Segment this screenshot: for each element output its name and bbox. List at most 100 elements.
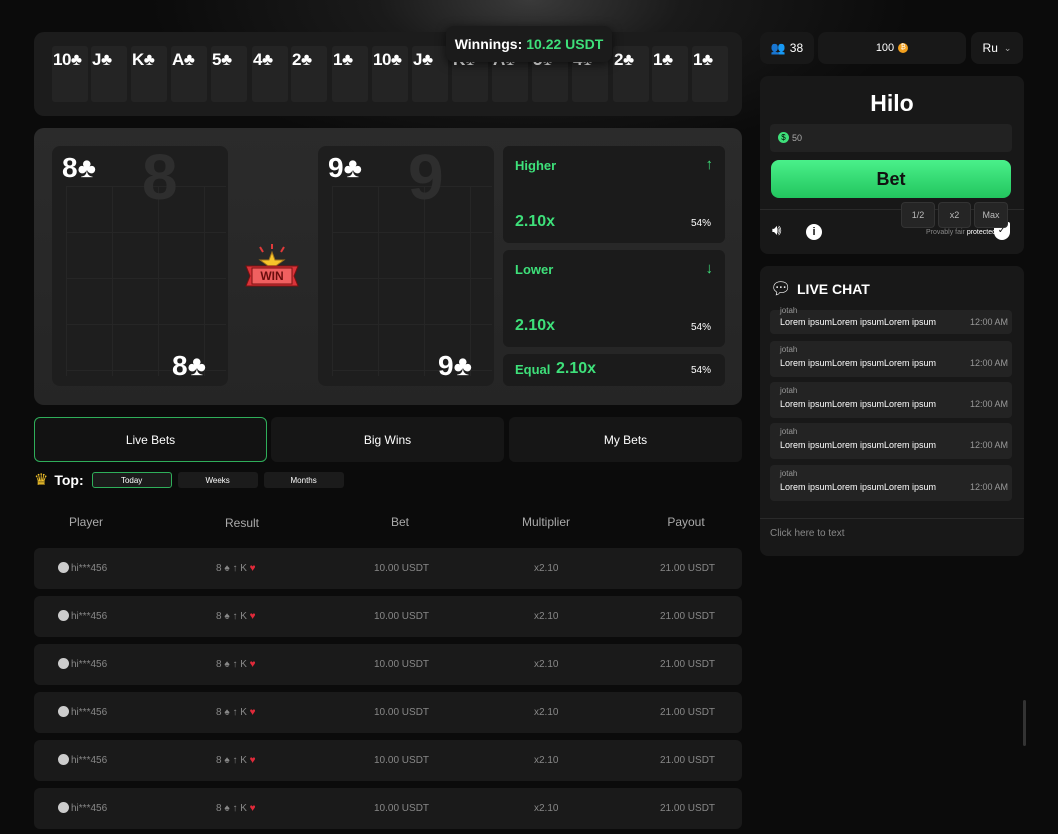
top-filter: ♛ Top: Today Weeks Months <box>34 470 344 490</box>
result-card: 8 ♠ ↑ K ♥ <box>216 611 256 622</box>
next-card-bottom-label: 9♣ <box>438 350 472 381</box>
bet-amount-value: 50 <box>792 133 803 143</box>
chat-time: 12:00 AM <box>969 482 1008 492</box>
payout: 21.00 USDT <box>660 707 716 718</box>
header-bet: Bet <box>390 515 409 529</box>
avatar <box>58 562 69 573</box>
period-months[interactable]: Months <box>263 472 344 488</box>
multiplier: x2.10 <box>534 803 559 814</box>
chat-username: jotah <box>780 345 798 354</box>
higher-option[interactable]: Higher ↑ 2.10x 54% <box>503 146 725 243</box>
double-bet-button[interactable]: x2 <box>938 202 971 228</box>
result-from: 8 <box>216 803 222 814</box>
scrollbar[interactable] <box>1023 700 1026 746</box>
payout: 21.00 USDT <box>660 659 716 670</box>
history-card: 1♣ <box>692 46 728 102</box>
avatar <box>58 802 69 813</box>
player-name: hi***456 <box>71 755 108 766</box>
info-icon[interactable]: i <box>806 224 822 240</box>
spade-icon: ♠ <box>224 803 230 814</box>
arrow-up-icon: ↑ <box>232 611 238 622</box>
tab-live-bets[interactable]: Live Bets <box>34 417 267 462</box>
header-result: Result <box>224 516 259 530</box>
chat-text: Lorem ipsumLorem ipsumLorem ipsum <box>780 317 937 327</box>
coin-icon: $ <box>778 132 789 143</box>
history-card-label: 10♣ <box>373 50 402 69</box>
speaker-icon[interactable]: 🔊︎ <box>772 222 781 239</box>
bet-amount: 10.00 USDT <box>374 755 430 766</box>
result-from: 8 <box>216 611 222 622</box>
fair-status: protected <box>966 229 996 236</box>
chat-username: jotah <box>780 469 798 478</box>
chat-message: jotah Lorem ipsumLorem ipsumLorem ipsum … <box>770 382 1012 418</box>
language-select[interactable]: Ru ⌄ <box>971 32 1023 64</box>
bet-amount-field[interactable]: $ 50 <box>770 124 1012 152</box>
header-multiplier: Multiplier <box>521 515 570 529</box>
history-card-label: 1♣ <box>333 50 353 69</box>
chevron-down-icon: ⌄ <box>1003 42 1012 53</box>
result-to: K <box>240 707 247 718</box>
result-card: 8 ♠ ↑ K ♥ <box>216 755 256 766</box>
history-card-label: 5♣ <box>212 50 232 69</box>
period-today[interactable]: Today <box>91 472 172 488</box>
chat-title: LIVE CHAT <box>797 281 870 297</box>
result-card: 8 ♠ ↑ K ♥ <box>216 707 256 718</box>
tab-my-bets[interactable]: My Bets <box>509 417 742 462</box>
history-card: 10♣ <box>372 46 408 102</box>
player-name: hi***456 <box>71 563 108 574</box>
result-from: 8 <box>216 707 222 718</box>
lower-probability: 54% <box>690 322 711 333</box>
player-name: hi***456 <box>71 659 108 670</box>
result-from: 8 <box>216 755 222 766</box>
equal-probability: 54% <box>690 365 711 376</box>
history-card: 4♣ <box>252 46 288 102</box>
arrow-up-icon: ↑ <box>232 659 238 670</box>
history-card-label: A♣ <box>172 50 195 69</box>
online-users: 👥 38 <box>760 32 814 64</box>
chat-text: Lorem ipsumLorem ipsumLorem ipsum <box>780 482 937 492</box>
heart-icon: ♥ <box>249 755 256 766</box>
history-card: 2♣ <box>613 46 649 102</box>
bet-button[interactable]: Bet <box>771 160 1011 198</box>
chat-time: 12:00 AM <box>969 399 1008 409</box>
lower-option[interactable]: Lower ↓ 2.10x 54% <box>503 250 725 347</box>
result-from: 8 <box>216 659 222 670</box>
chat-time: 12:00 AM <box>969 440 1008 450</box>
result-card: 8 ♠ ↑ K ♥ <box>216 659 256 670</box>
game-title: Hilo <box>870 90 914 116</box>
history-card-label: K♣ <box>132 50 155 69</box>
table-row: hi***456 8 ♠ ↑ K ♥ 10.00 USDT x2.10 21.0… <box>34 788 742 829</box>
equal-option[interactable]: Equal 2.10x 54% <box>503 354 725 386</box>
history-card-label: 2♣ <box>614 50 634 69</box>
spade-icon: ♠ <box>224 611 230 622</box>
player-name: hi***456 <box>71 611 108 622</box>
history-card-label: 10♣ <box>53 50 82 69</box>
chat-username: jotah <box>780 386 798 395</box>
header-payout: Payout <box>667 515 705 529</box>
provably-fair-text: Provably fair protected <box>926 229 996 236</box>
chat-input[interactable]: Click here to text <box>770 528 844 539</box>
player-name: hi***456 <box>71 707 108 718</box>
table-row: hi***456 8 ♠ ↑ K ♥ 10.00 USDT x2.10 21.0… <box>34 692 742 733</box>
current-card-top-label: 8♣ <box>62 152 96 183</box>
half-bet-button[interactable]: 1/2 <box>901 202 935 228</box>
next-card: 9 9♣ 9♣ <box>318 146 494 386</box>
next-card-top-label: 9♣ <box>328 152 362 183</box>
history-card: J♣ <box>91 46 127 102</box>
chat-text: Lorem ipsumLorem ipsumLorem ipsum <box>780 399 937 409</box>
arrow-up-icon: ↑ <box>232 563 238 574</box>
payout: 21.00 USDT <box>660 803 716 814</box>
history-card: 1♣ <box>652 46 688 102</box>
fair-label: Provably fair <box>925 229 965 236</box>
tab-big-wins[interactable]: Big Wins <box>271 417 504 462</box>
avatar <box>58 658 69 669</box>
chat-message: jotah Lorem ipsumLorem ipsumLorem ipsum … <box>770 306 1012 334</box>
language-value: Ru <box>982 41 998 55</box>
bet-amount: 10.00 USDT <box>374 611 430 622</box>
history-card: 1♣ <box>332 46 368 102</box>
arrow-up-icon: ↑ <box>232 707 238 718</box>
period-weeks[interactable]: Weeks <box>177 472 258 488</box>
lower-multiplier: 2.10x <box>515 317 556 334</box>
chat-time: 12:00 AM <box>969 358 1008 368</box>
max-bet-button[interactable]: Max <box>974 202 1008 228</box>
